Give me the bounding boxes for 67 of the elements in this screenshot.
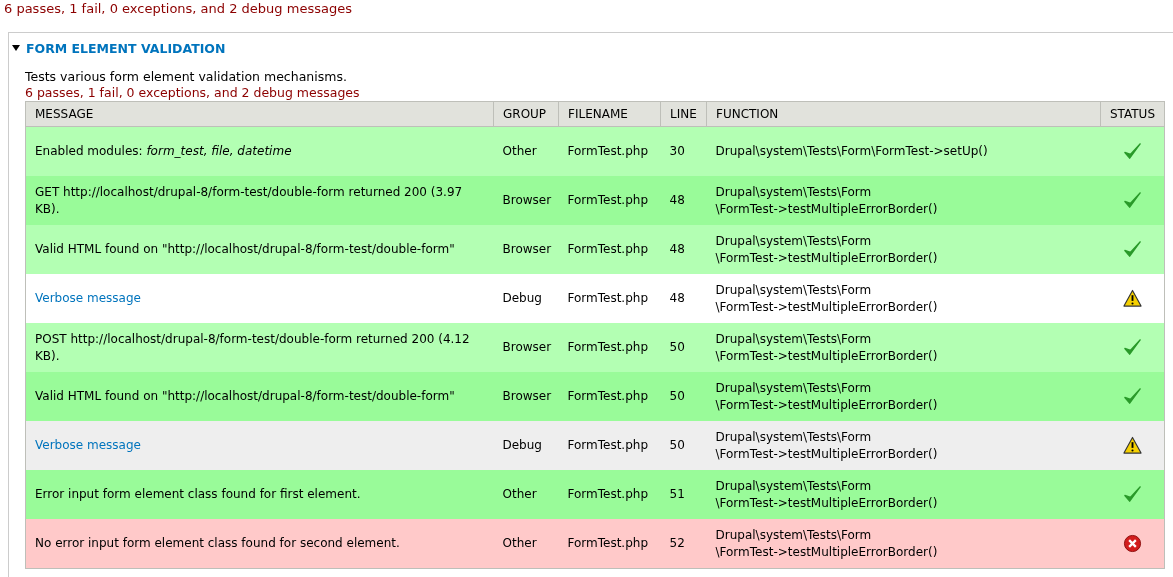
line-cell: 50 bbox=[660, 421, 707, 470]
filename-cell: FormTest.php bbox=[558, 421, 661, 470]
test-summary: 6 passes, 1 fail, 0 exceptions, and 2 debug messages bbox=[4, 0, 353, 18]
function-cell: Drupal\system\Tests\Form\FormTest->testMultipleErrorBorder() bbox=[706, 323, 1101, 372]
group-cell: Other bbox=[493, 126, 559, 176]
column-header: MESSAGE bbox=[25, 101, 494, 127]
line-cell: 30 bbox=[660, 126, 707, 176]
message-cell: Error input form element class found for first element. bbox=[25, 470, 494, 519]
group-cell: Other bbox=[493, 519, 559, 569]
group-cell: Debug bbox=[493, 421, 559, 470]
group-cell: Browser bbox=[493, 176, 559, 225]
filename-cell: FormTest.php bbox=[558, 470, 661, 519]
verbose-message-link[interactable]: Verbose message bbox=[35, 291, 141, 305]
message-cell: Valid HTML found on "http://localhost/drupal-8/form-test/double-form" bbox=[25, 372, 494, 421]
function-cell: Drupal\system\Tests\Form\FormTest->setUp() bbox=[706, 126, 1101, 176]
checkmark-icon bbox=[1122, 142, 1142, 161]
column-header: LINE bbox=[660, 101, 707, 127]
message-cell[interactable]: Verbose message bbox=[25, 274, 494, 323]
checkmark-icon bbox=[1122, 338, 1142, 357]
filename-cell: FormTest.php bbox=[558, 519, 661, 569]
group-cell: Browser bbox=[493, 372, 559, 421]
message-cell: No error input form element class found for second element. bbox=[25, 519, 494, 569]
line-cell: 48 bbox=[660, 274, 707, 323]
group-cell: Other bbox=[493, 470, 559, 519]
warning-icon bbox=[1122, 436, 1142, 455]
caret-icon[interactable] bbox=[12, 45, 20, 51]
warning-icon bbox=[1122, 289, 1142, 308]
filename-cell: FormTest.php bbox=[558, 323, 661, 372]
verbose-message-link[interactable]: Verbose message bbox=[35, 438, 141, 452]
message-cell: Enabled modules: form_test, file, datetime bbox=[25, 126, 494, 176]
filename-cell: FormTest.php bbox=[558, 372, 661, 421]
checkmark-icon bbox=[1122, 485, 1142, 504]
function-cell: Drupal\system\Tests\Form\FormTest->testMultipleErrorBorder() bbox=[706, 176, 1101, 225]
group-title-link[interactable]: FORM ELEMENT VALIDATION bbox=[26, 40, 226, 56]
line-cell: 50 bbox=[660, 372, 707, 421]
column-header: FUNCTION bbox=[706, 101, 1101, 127]
function-cell: Drupal\system\Tests\Form\FormTest->testMultipleErrorBorder() bbox=[706, 470, 1101, 519]
group-cell: Browser bbox=[493, 323, 559, 372]
column-header: FILENAME bbox=[558, 101, 661, 127]
line-cell: 51 bbox=[660, 470, 707, 519]
group-description: Tests various form element validation mechanisms. bbox=[25, 69, 348, 85]
filename-cell: FormTest.php bbox=[558, 126, 661, 176]
group-cell: Debug bbox=[493, 274, 559, 323]
group-summary: 6 passes, 1 fail, 0 exceptions, and 2 debug messages bbox=[25, 85, 361, 101]
checkmark-icon bbox=[1122, 240, 1142, 259]
function-cell: Drupal\system\Tests\Form\FormTest->testMultipleErrorBorder() bbox=[706, 274, 1101, 323]
line-cell: 48 bbox=[660, 176, 707, 225]
filename-cell: FormTest.php bbox=[558, 274, 661, 323]
column-header: GROUP bbox=[493, 101, 559, 127]
line-cell: 52 bbox=[660, 519, 707, 569]
function-cell: Drupal\system\Tests\Form\FormTest->testMultipleErrorBorder() bbox=[706, 519, 1101, 569]
function-cell: Drupal\system\Tests\Form\FormTest->testMultipleErrorBorder() bbox=[706, 225, 1101, 274]
checkmark-icon bbox=[1122, 191, 1142, 210]
column-header: STATUS bbox=[1100, 101, 1165, 127]
message-cell: POST http://localhost/drupal-8/form-test/double-form returned 200 (4.12 KB). bbox=[25, 323, 494, 372]
message-cell: GET http://localhost/drupal-8/form-test/double-form returned 200 (3.97 KB). bbox=[25, 176, 494, 225]
message-cell[interactable]: Verbose message bbox=[25, 421, 494, 470]
function-cell: Drupal\system\Tests\Form\FormTest->testMultipleErrorBorder() bbox=[706, 372, 1101, 421]
message-cell: Valid HTML found on "http://localhost/drupal-8/form-test/double-form" bbox=[25, 225, 494, 274]
line-cell: 50 bbox=[660, 323, 707, 372]
group-cell: Browser bbox=[493, 225, 559, 274]
filename-cell: FormTest.php bbox=[558, 225, 661, 274]
filename-cell: FormTest.php bbox=[558, 176, 661, 225]
checkmark-icon bbox=[1122, 387, 1142, 406]
function-cell: Drupal\system\Tests\Form\FormTest->testMultipleErrorBorder() bbox=[706, 421, 1101, 470]
line-cell: 48 bbox=[660, 225, 707, 274]
error-icon bbox=[1122, 534, 1142, 553]
